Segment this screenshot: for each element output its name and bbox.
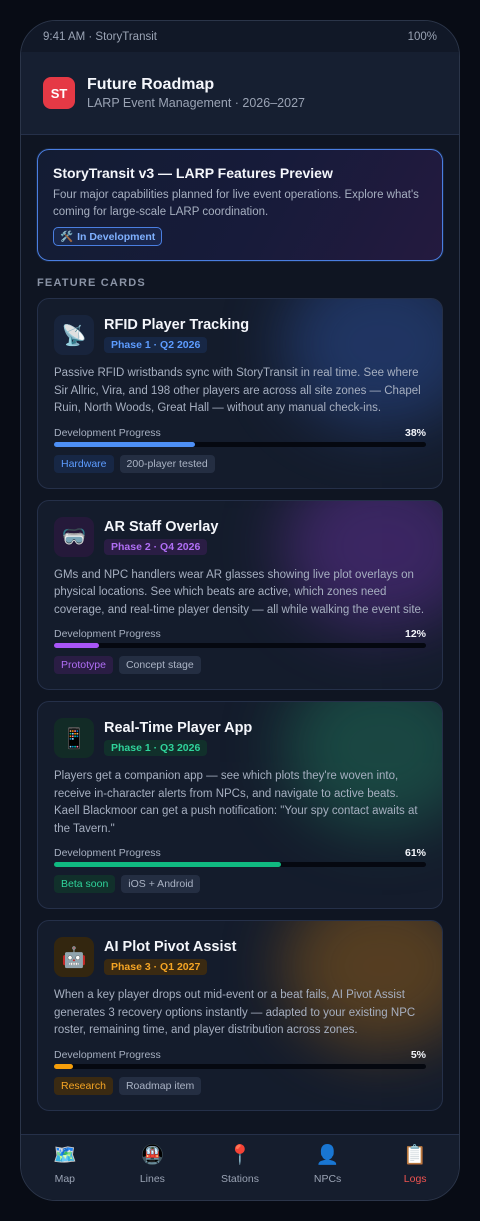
progress-row: Development Progress 12% (54, 628, 426, 640)
tab-label: Map (54, 1172, 76, 1185)
tag-list: Research Roadmap item (54, 1076, 426, 1110)
tag-primary: Hardware (54, 454, 114, 473)
tag-list: Prototype Concept stage (54, 656, 426, 689)
progress-track (54, 1063, 426, 1069)
tab-label: Lines (139, 1172, 165, 1185)
tag-list: Hardware 200-player tested (54, 454, 426, 488)
page-title: Future Roadmap (87, 76, 215, 93)
status-bar: 9:41 AM · StoryTransit 100% (21, 21, 459, 52)
progress-row: Development Progress 61% (54, 847, 426, 859)
progress-fill (54, 862, 281, 867)
preview-description: Four major capabilities planned for live… (53, 189, 419, 218)
tab-label: Logs (403, 1172, 427, 1185)
progress-label: Development Progress (54, 426, 161, 439)
tab-label: NPCs (313, 1172, 342, 1185)
mobile-phone-icon: 📱 (54, 718, 94, 758)
battery-level: 100% (407, 30, 437, 43)
progress-percent: 38% (404, 426, 426, 439)
feature-description: Passive RFID wristbands sync with StoryT… (54, 367, 421, 414)
progress-row: Development Progress 38% (54, 427, 426, 439)
card-header: 📡 RFID Player Tracking Phase 1 · Q2 2026 (54, 315, 426, 355)
pin-icon: 📍 (228, 1144, 252, 1166)
phase-badge: Phase 3 · Q1 2027 (104, 959, 208, 975)
bottom-tab-bar: 🗺️ Map 🚇 Lines 📍 Stations 👤 NPCs 📋 Logs (21, 1134, 459, 1200)
person-icon: 👤 (315, 1144, 340, 1166)
tag-secondary: iOS + Android (121, 875, 201, 893)
feature-title: AI Plot Pivot Assist (104, 939, 237, 955)
card-header: 🥽 AR Staff Overlay Phase 2 · Q4 2026 (54, 516, 426, 557)
progress-percent: 5% (410, 1048, 426, 1061)
progress-percent: 12% (404, 628, 426, 640)
progress-fill (54, 441, 196, 447)
tab-stations[interactable]: 📍 Stations (200, 1145, 280, 1185)
feature-description: Players get a companion app — see which … (54, 770, 418, 835)
phase-badge: Phase 1 · Q2 2026 (104, 337, 208, 353)
feature-card[interactable]: 📡 RFID Player Tracking Phase 1 · Q2 2026… (37, 298, 443, 489)
tag-secondary: Roadmap item (118, 1076, 202, 1095)
app-logo: ST (43, 77, 75, 109)
tab-lines[interactable]: 🚇 Lines (112, 1145, 192, 1185)
map-icon: 🗺️ (52, 1144, 77, 1166)
phase-badge: Phase 1 · Q3 2026 (104, 740, 208, 756)
preview-banner: StoryTransit v3 — LARP Features Preview … (37, 149, 443, 261)
satellite-dish-icon: 📡 (54, 315, 94, 355)
tab-map[interactable]: 🗺️ Map (25, 1145, 105, 1185)
feature-card-list: 📡 RFID Player Tracking Phase 1 · Q2 2026… (37, 298, 443, 1111)
card-header: 📱 Real-Time Player App Phase 1 · Q3 2026 (54, 718, 426, 758)
tag-primary: Beta soon (54, 875, 116, 893)
tag-primary: Research (54, 1076, 113, 1095)
feature-description: GMs and NPC handlers wear AR glasses sho… (54, 568, 425, 616)
feature-description: When a key player drops out mid-event or… (54, 989, 416, 1036)
status-badge-label: In Development (77, 230, 156, 243)
progress-label: Development Progress (54, 1048, 161, 1061)
tag-primary: Prototype (54, 656, 113, 674)
tab-logs[interactable]: 📋 Logs (375, 1145, 455, 1185)
phase-badge: Phase 2 · Q4 2026 (104, 538, 208, 555)
progress-label: Development Progress (54, 628, 161, 640)
tag-secondary: Concept stage (118, 656, 201, 674)
page-subtitle: LARP Event Management · 2026–2027 (87, 96, 305, 110)
progress-fill (54, 1063, 73, 1069)
section-label: FEATURE CARDS (37, 277, 146, 289)
clipboard-icon: 📋 (403, 1144, 427, 1166)
status-time-app: 9:41 AM · StoryTransit (43, 30, 157, 43)
preview-title: StoryTransit v3 — LARP Features Preview (53, 165, 333, 181)
progress-row: Development Progress 5% (54, 1049, 426, 1061)
main-content[interactable]: StoryTransit v3 — LARP Features Preview … (21, 135, 459, 1134)
feature-card[interactable]: 📱 Real-Time Player App Phase 1 · Q3 2026… (37, 701, 443, 909)
progress-track (54, 643, 426, 648)
tag-secondary: 200-player tested (119, 454, 215, 473)
card-header: 🤖 AI Plot Pivot Assist Phase 3 · Q1 2027 (54, 937, 426, 977)
phone-frame: 9:41 AM · StoryTransit 100% ST Future Ro… (20, 20, 460, 1201)
tab-label: Stations (221, 1172, 259, 1185)
feature-title: AR Staff Overlay (104, 518, 219, 535)
feature-title: Real-Time Player App (104, 720, 253, 736)
progress-percent: 61% (404, 847, 426, 859)
robot-icon: 🤖 (54, 937, 94, 977)
feature-card[interactable]: 🥽 AR Staff Overlay Phase 2 · Q4 2026 GMs… (37, 499, 443, 690)
goggles-icon: 🥽 (54, 516, 94, 557)
feature-title: RFID Player Tracking (104, 317, 250, 333)
tools-icon: 🛠️ (60, 231, 74, 243)
tab-npcs[interactable]: 👤 NPCs (288, 1145, 368, 1185)
page-header: ST Future Roadmap LARP Event Management … (21, 52, 459, 135)
progress-track (54, 862, 426, 867)
progress-track (54, 441, 426, 447)
status-badge: 🛠️ In Development (53, 227, 163, 246)
metro-icon: 🚇 (140, 1144, 165, 1166)
feature-card[interactable]: 🤖 AI Plot Pivot Assist Phase 3 · Q1 2027… (37, 920, 443, 1111)
progress-label: Development Progress (54, 847, 161, 859)
progress-fill (54, 643, 99, 648)
tag-list: Beta soon iOS + Android (54, 875, 426, 908)
